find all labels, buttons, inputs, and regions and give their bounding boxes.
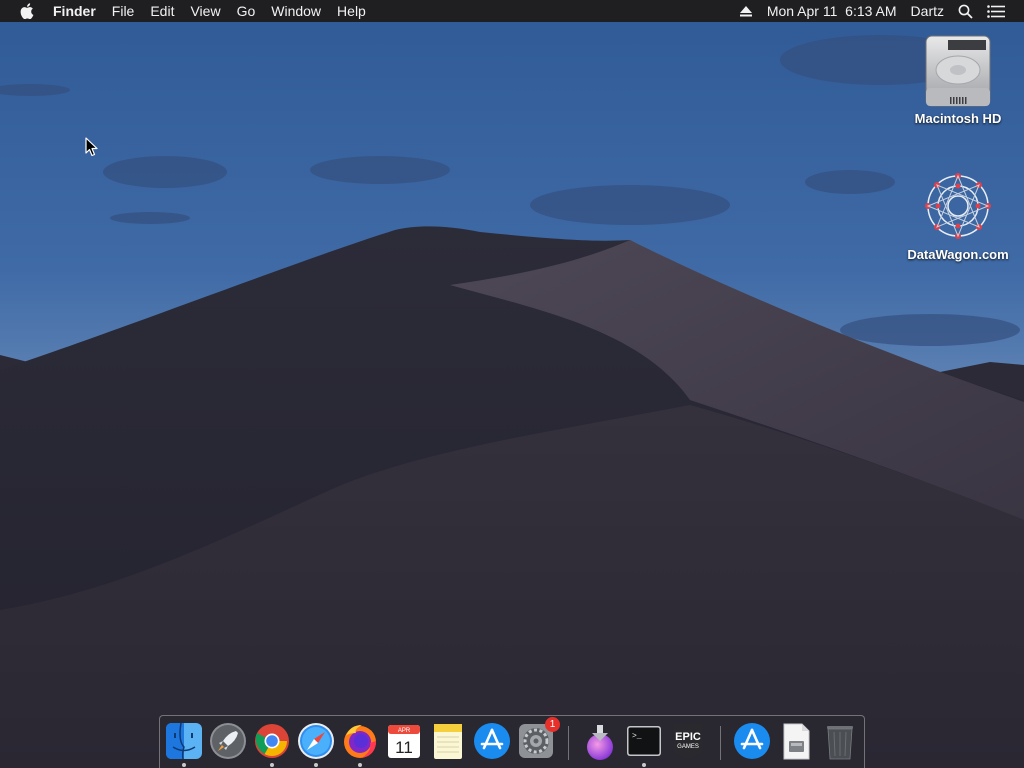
dock-epic-games[interactable]: EPIC GAMES	[668, 721, 708, 761]
running-indicator	[270, 763, 274, 767]
calendar-icon: APR 11	[388, 725, 420, 758]
firefox-icon	[344, 725, 376, 758]
menubar-user[interactable]: Dartz	[904, 0, 951, 22]
dock-firefox[interactable]	[340, 721, 380, 761]
spotlight-search-icon[interactable]	[951, 4, 980, 19]
rocket-icon	[210, 723, 246, 759]
dock-separator	[568, 726, 569, 760]
desktop-icon-macintosh-hd[interactable]: Macintosh HD	[903, 30, 1013, 126]
terminal-icon: >_	[627, 726, 661, 756]
calendar-day: 11	[395, 738, 413, 757]
dock-safari[interactable]	[296, 721, 336, 761]
terminal-prompt: >_	[632, 732, 642, 741]
dock: APR 11 1 >_ EPIC GAMES	[159, 715, 865, 768]
running-indicator	[182, 763, 186, 767]
desktop-icon-datawagon[interactable]: DataWagon.com	[903, 166, 1013, 262]
finder-icon	[166, 722, 202, 760]
datawagon-icon	[918, 166, 998, 246]
running-indicator	[642, 763, 646, 767]
dock-installer[interactable]	[580, 721, 620, 761]
menu-window[interactable]: Window	[263, 0, 329, 22]
games-text: GAMES	[677, 744, 699, 750]
calendar-month: APR	[398, 728, 411, 734]
apple-menu-icon[interactable]	[17, 0, 37, 22]
menu-view[interactable]: View	[182, 0, 228, 22]
menu-bar: Finder File Edit View Go Window Help Mon…	[0, 0, 1024, 22]
app-store-icon	[474, 723, 510, 759]
chrome-icon	[255, 724, 289, 758]
dock-launchpad[interactable]	[208, 721, 248, 761]
epic-text: EPIC	[675, 731, 701, 743]
menu-file[interactable]: File	[104, 0, 143, 22]
hard-drive-icon	[918, 30, 998, 110]
menubar-clock[interactable]: Mon Apr 11 6:13 AM	[760, 0, 904, 22]
dock-trash[interactable]	[820, 721, 860, 761]
notification-center-icon[interactable]	[980, 4, 1012, 18]
dock-chrome[interactable]	[252, 721, 292, 761]
menu-edit[interactable]: Edit	[142, 0, 182, 22]
dock-app-store[interactable]	[472, 721, 512, 761]
desktop-icon-label: Macintosh HD	[914, 111, 1002, 126]
dock-notes[interactable]	[428, 721, 468, 761]
desktop-icon-label: DataWagon.com	[907, 247, 1009, 262]
app-store-icon	[734, 723, 770, 759]
dock-calendar[interactable]: APR 11	[384, 721, 424, 761]
safari-icon	[298, 723, 334, 759]
eject-icon[interactable]	[732, 5, 760, 17]
epic-games-icon: EPIC GAMES	[674, 724, 702, 759]
menu-app-finder[interactable]: Finder	[45, 0, 104, 22]
dock-downloads-stack[interactable]	[732, 721, 772, 761]
running-indicator	[314, 763, 318, 767]
document-icon	[783, 723, 810, 760]
notes-icon	[434, 724, 462, 759]
notification-badge: 1	[545, 717, 560, 732]
dock-system-preferences[interactable]: 1	[516, 717, 560, 761]
menu-go[interactable]: Go	[229, 0, 264, 22]
dock-terminal[interactable]: >_	[624, 721, 664, 761]
running-indicator	[358, 763, 362, 767]
dock-finder[interactable]	[164, 721, 204, 761]
mouse-pointer-icon	[85, 137, 98, 157]
dock-disk-image[interactable]	[776, 721, 816, 761]
menu-help[interactable]: Help	[329, 0, 374, 22]
desktop-wallpaper	[0, 0, 1024, 768]
trash-icon	[827, 726, 853, 760]
dock-separator	[720, 726, 721, 760]
installer-icon	[587, 725, 613, 760]
